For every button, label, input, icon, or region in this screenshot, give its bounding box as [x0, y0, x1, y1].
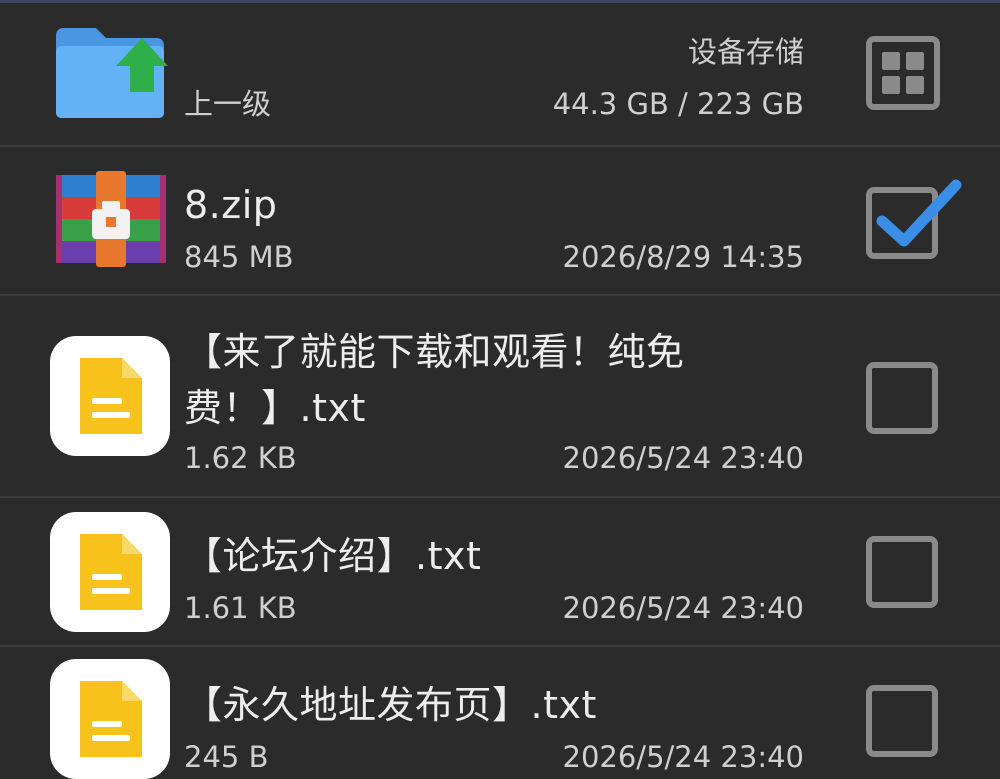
file-row[interactable]: 【论坛介绍】.txt 1.61 KB 2026/5/24 23:40: [0, 498, 1000, 646]
storage-label: 设备存储: [687, 35, 804, 69]
text-file-icon: [50, 336, 170, 456]
file-date: 2026/5/24 23:40: [562, 441, 805, 475]
grid-view-icon[interactable]: [866, 36, 940, 110]
grid-cell: [882, 76, 900, 94]
file-size: 245 B: [184, 740, 269, 774]
file-size: 1.62 KB: [184, 441, 297, 475]
folder-up-icon: [52, 22, 170, 122]
checkbox-checked[interactable]: [866, 179, 962, 259]
checkmark-icon: [876, 179, 962, 247]
storage-usage: 44.3 GB / 223 GB: [552, 87, 804, 121]
grid-cell: [906, 76, 924, 94]
parent-folder-label: 上一级: [184, 87, 272, 121]
checkbox-unchecked[interactable]: [866, 536, 938, 608]
grid-cell: [882, 52, 900, 70]
file-date: 2026/5/24 23:40: [562, 591, 805, 625]
file-size: 1.61 KB: [184, 591, 297, 625]
file-row[interactable]: 【永久地址发布页】.txt 245 B 2026/5/24 23:40: [0, 647, 1000, 779]
file-name: 8.zip: [184, 183, 278, 227]
zip-archive-icon: [56, 171, 166, 267]
file-row[interactable]: 8.zip 845 MB 2026/8/29 14:35: [0, 147, 1000, 295]
file-date: 2026/5/24 23:40: [562, 740, 805, 774]
file-name: 【永久地址发布页】.txt: [184, 683, 597, 727]
file-name-line2: 费！】.txt: [184, 386, 366, 430]
text-file-icon: [50, 659, 170, 779]
file-name: 【论坛介绍】.txt: [184, 534, 482, 578]
text-file-icon: [50, 512, 170, 632]
parent-folder-row[interactable]: 上一级 设备存储 44.3 GB / 223 GB: [0, 0, 1000, 146]
checkbox-unchecked[interactable]: [866, 685, 938, 757]
file-size: 845 MB: [184, 240, 294, 274]
grid-cell: [906, 52, 924, 70]
file-name: 【来了就能下载和观看！纯免: [184, 330, 685, 374]
file-date: 2026/8/29 14:35: [562, 240, 805, 274]
checkbox-unchecked[interactable]: [866, 362, 938, 434]
file-row[interactable]: 【来了就能下载和观看！纯免 费！】.txt 1.62 KB 2026/5/24 …: [0, 296, 1000, 496]
